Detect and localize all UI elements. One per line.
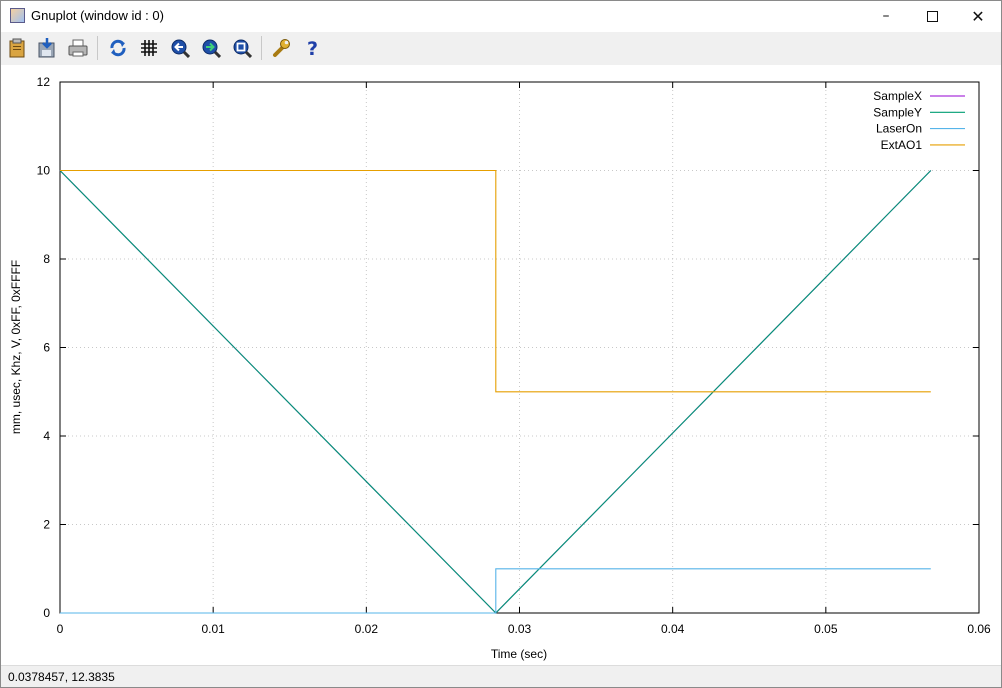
- gnuplot-window: Gnuplot (window id : 0) – ✕ ? 0 0.01 0.0…: [0, 0, 1002, 688]
- clipboard-icon: [9, 38, 25, 58]
- wrench-icon: [273, 39, 290, 57]
- toolbar-separator: [97, 36, 98, 60]
- minimize-button[interactable]: –: [863, 1, 909, 31]
- x-tick-label: 0.03: [508, 622, 532, 636]
- x-tick-label: 0.05: [814, 622, 838, 636]
- print-button[interactable]: [66, 36, 90, 60]
- plot-border: [59, 81, 980, 614]
- zoom-fit-icon: [233, 39, 252, 58]
- toolbar-separator: [261, 36, 262, 60]
- refresh-icon: [110, 39, 126, 57]
- y-tick-label: 8: [43, 252, 50, 266]
- x-tick-label: 0.01: [201, 622, 225, 636]
- y-tick-label: 12: [37, 75, 51, 89]
- save-icon: [38, 38, 55, 58]
- gnuplot-app-icon: [10, 8, 25, 23]
- replot-button[interactable]: [106, 36, 130, 60]
- x-tick-label: 0.02: [355, 622, 379, 636]
- legend-label: SampleX: [873, 89, 922, 103]
- grid-button[interactable]: [137, 36, 161, 60]
- legend-label: ExtAO1: [881, 138, 923, 152]
- zoom-next-button[interactable]: [199, 36, 223, 60]
- window-title: Gnuplot (window id : 0): [31, 8, 164, 23]
- y-tick-label: 6: [43, 341, 50, 355]
- title-bar[interactable]: Gnuplot (window id : 0) – ✕: [1, 1, 1001, 31]
- zoom-forward-icon: [202, 39, 221, 58]
- y-tick-label: 4: [43, 429, 50, 443]
- x-tick-label: 0: [57, 622, 64, 636]
- save-button[interactable]: [35, 36, 59, 60]
- zoom-previous-button[interactable]: [168, 36, 192, 60]
- chart-canvas[interactable]: 0 0.01 0.02 0.03 0.04 0.05 0.06 0 2 4 6 8 10 12 Sampl…: [1, 65, 1001, 665]
- copy-clipboard-button[interactable]: [5, 36, 29, 60]
- minimize-icon: –: [882, 8, 890, 24]
- maximize-button[interactable]: [909, 1, 955, 31]
- autoscale-button[interactable]: [230, 36, 254, 60]
- y-axis-label: mm, usec, Khz, V, 0xFF, 0xFFFF: [9, 260, 23, 434]
- help-icon: ?: [307, 38, 318, 58]
- mouse-coordinates: 0.0378457, 12.3835: [8, 670, 115, 684]
- options-button[interactable]: [269, 36, 293, 60]
- series-line-laseron: [60, 568, 931, 614]
- close-button[interactable]: ✕: [955, 1, 1001, 31]
- zoom-back-icon: [171, 39, 190, 58]
- series-line-extao1: [60, 169, 931, 393]
- svg-text:?: ?: [307, 38, 318, 58]
- printer-icon: [68, 39, 88, 57]
- maximize-icon: [926, 10, 938, 22]
- legend-label: SampleY: [873, 105, 922, 119]
- y-tick-label: 10: [37, 164, 51, 178]
- x-axis-label: Time (sec): [491, 647, 547, 661]
- legend-label: LaserOn: [876, 122, 922, 136]
- plot-area[interactable]: 0 0.01 0.02 0.03 0.04 0.05 0.06 0 2 4 6 8 10 12 Sampl…: [1, 65, 1001, 665]
- y-tick-label: 0: [43, 606, 50, 620]
- x-tick-label: 0.06: [967, 622, 991, 636]
- close-icon: ✕: [971, 6, 985, 26]
- toolbar: ?: [1, 32, 1001, 65]
- x-tick-label: 0.04: [661, 622, 685, 636]
- status-bar: 0.0378457, 12.3835: [1, 665, 1001, 687]
- grid-icon: [141, 40, 157, 56]
- y-tick-label: 2: [43, 518, 50, 532]
- help-button[interactable]: ?: [300, 36, 324, 60]
